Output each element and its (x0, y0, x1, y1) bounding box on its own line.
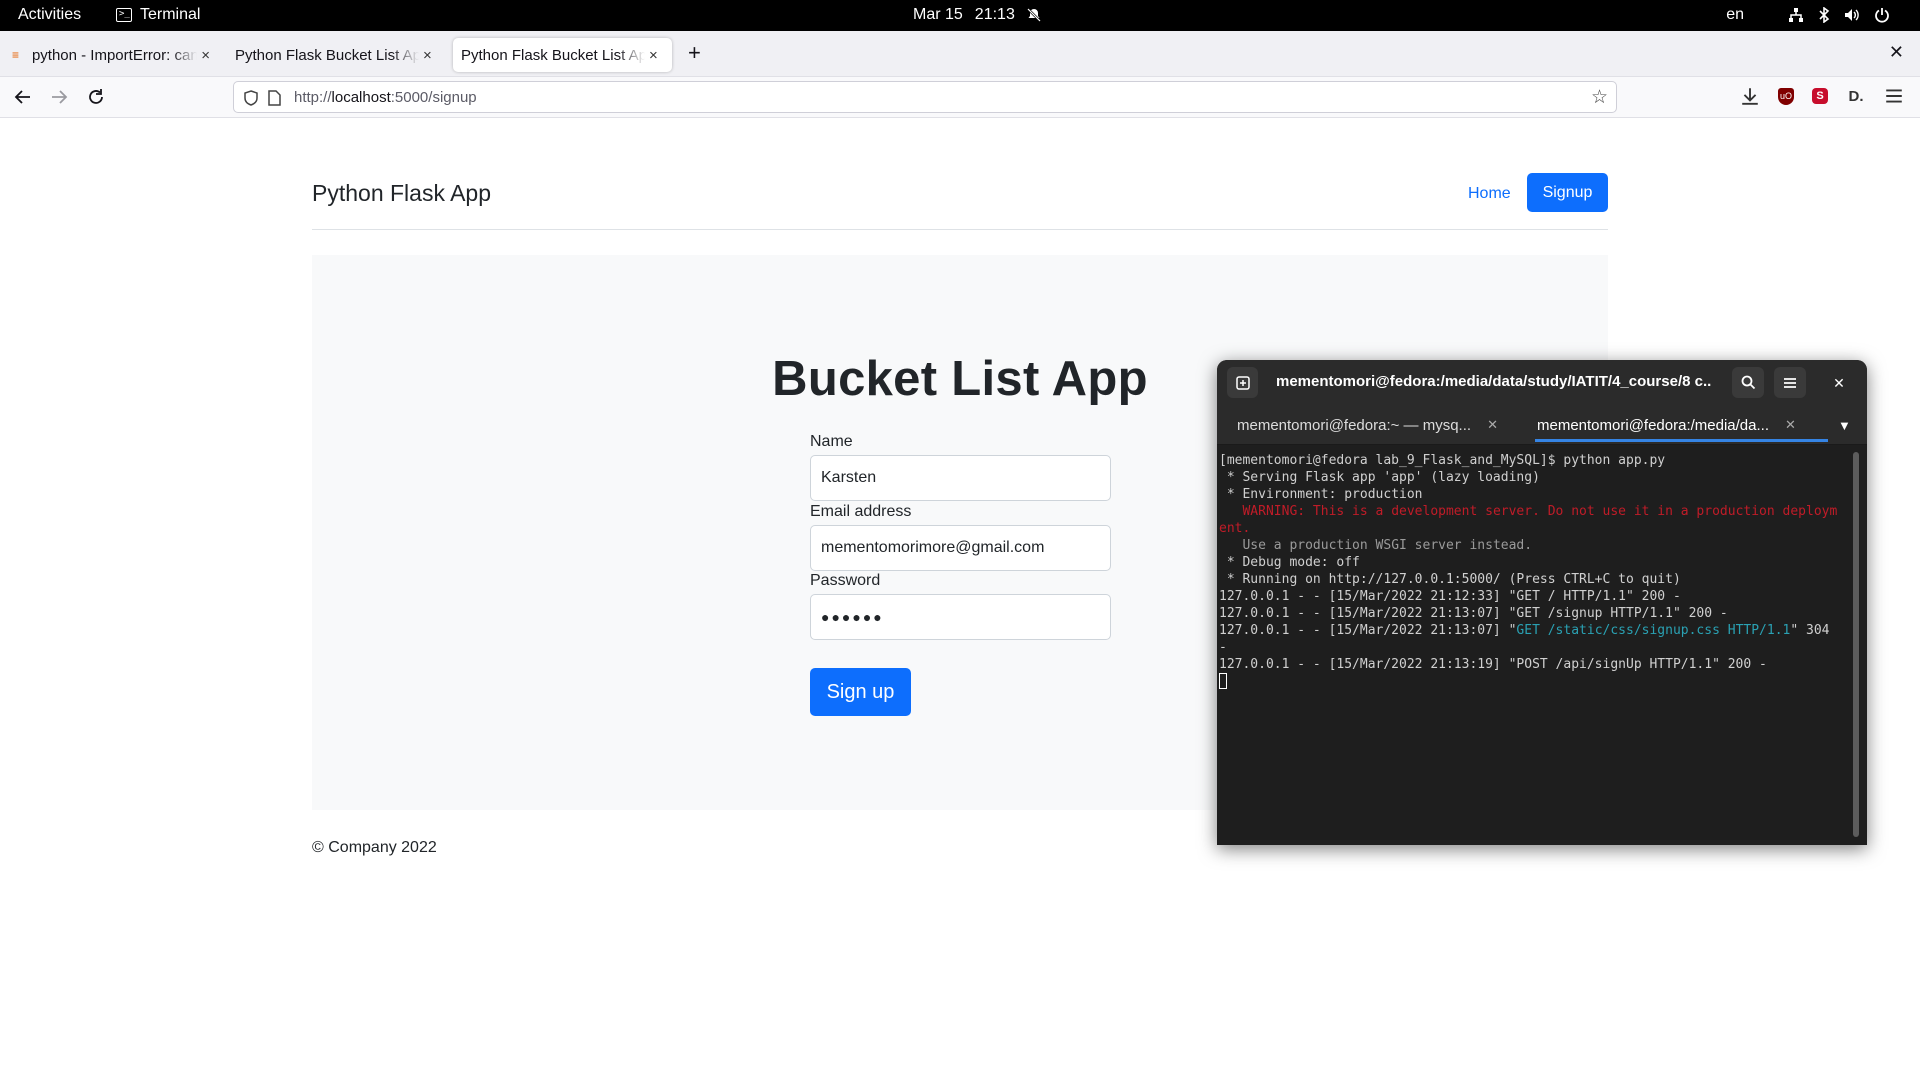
sign-up-button[interactable]: Sign up (810, 668, 911, 716)
browser-tab-flask-1[interactable]: Python Flask Bucket List App × (227, 38, 445, 72)
terminal-app-icon: >_ (116, 8, 132, 22)
ublock-origin-icon[interactable]: uO (1778, 87, 1794, 105)
power-icon (1875, 8, 1889, 23)
terminal-line: [mementomori@fedora lab_9_Flask_and_MySQ… (1219, 453, 1666, 468)
terminal-line: 127.0.0.1 - - [15/Mar/2022 21:13:19] "PO… (1219, 657, 1767, 672)
url-path: :5000/signup (390, 89, 477, 106)
header-divider (312, 229, 1608, 230)
language-indicator[interactable]: en (1726, 6, 1744, 24)
browser-tab-label: Python Flask Bucket List App (235, 46, 419, 64)
terminal-menu-button[interactable] (1774, 367, 1806, 398)
terminal-line: 127.0.0.1 - - [15/Mar/2022 21:13:07] "GE… (1219, 622, 1844, 656)
close-tab-icon[interactable]: ✕ (1487, 417, 1498, 433)
app-menu-label: Terminal (140, 6, 201, 23)
terminal-tab-label: mementomori@fedora:/media/da... (1537, 416, 1769, 434)
toolbar-icons: uO S D. (1740, 86, 1904, 106)
email-label: Email address (810, 503, 912, 520)
email-input[interactable]: mementomorimore@gmail.com (810, 525, 1111, 571)
forward-icon[interactable] (50, 88, 68, 106)
terminal-scrollbar[interactable] (1853, 452, 1859, 837)
hamburger-menu-icon (1784, 377, 1796, 388)
password-label: Password (810, 572, 881, 589)
terminal-headerbar[interactable]: mementomori@fedora:/media/data/study/IAT… (1217, 360, 1867, 405)
terminal-text: 127.0.0.1 - - [15/Mar/2022 21:13:07] " (1219, 623, 1517, 638)
footer-copyright: © Company 2022 (312, 839, 437, 856)
browser-tab-importerror[interactable]: ≡ python - ImportError: cannot import × (4, 38, 218, 72)
browser-tab-label: Python Flask Bucket List App (461, 46, 645, 64)
browser-tab-strip: ≡ python - ImportError: cannot import × … (0, 31, 1920, 77)
name-label: Name (810, 433, 853, 450)
terminal-line: * Debug mode: off (1219, 555, 1360, 570)
search-icon (1741, 375, 1755, 390)
terminal-line: * Serving Flask app 'app' (lazy loading) (1219, 470, 1540, 485)
browser-tab-flask-2[interactable]: Python Flask Bucket List App × (453, 38, 672, 72)
reload-icon[interactable] (87, 88, 105, 106)
terminal-line: 127.0.0.1 - - [15/Mar/2022 21:13:07] "GE… (1219, 606, 1728, 621)
terminal-title: mementomori@fedora:/media/data/study/IAT… (1276, 373, 1712, 390)
browser-tab-label: python - ImportError: cannot import (31, 46, 198, 64)
tracking-protection-shield-icon[interactable] (244, 90, 258, 106)
terminal-window[interactable]: mementomori@fedora:/media/data/study/IAT… (1217, 360, 1867, 845)
tab-overflow-icon[interactable]: ▼ (1838, 418, 1851, 433)
close-tab-icon[interactable]: × (423, 47, 432, 64)
terminal-new-tab-button[interactable] (1227, 367, 1258, 398)
system-tray[interactable]: en (1726, 6, 1890, 24)
terminal-tab-active[interactable]: mementomori@fedora:/media/da... ✕ (1535, 405, 1828, 445)
notifications-off-icon (1026, 8, 1041, 22)
close-tab-icon[interactable]: ✕ (1785, 417, 1796, 433)
terminal-line: * Running on http://127.0.0.1:5000/ (Pre… (1219, 572, 1681, 587)
close-tab-icon[interactable]: × (201, 47, 210, 64)
nav-signup-button[interactable]: Signup (1527, 173, 1608, 212)
name-input[interactable]: Karsten (810, 455, 1111, 501)
terminal-tab-mysql[interactable]: mementomori@fedora:~ — mysq... ✕ (1237, 405, 1511, 445)
clock[interactable]: Mar 15 21:13 (913, 6, 1041, 24)
clock-time: 21:13 (974, 6, 1015, 23)
site-brand[interactable]: Python Flask App (312, 180, 491, 207)
activities-button[interactable]: Activities (18, 6, 81, 24)
gnome-top-bar: Activities >_ Terminal Mar 15 21:13 en (0, 0, 1920, 31)
stackoverflow-favicon-icon: ≡ (12, 48, 20, 62)
terminal-output[interactable]: [mementomori@fedora lab_9_Flask_and_MySQ… (1219, 452, 1844, 691)
bluetooth-icon (1819, 7, 1830, 23)
url-text: http://localhost:5000/signup (294, 89, 477, 106)
bookmark-star-icon[interactable]: ☆ (1591, 86, 1608, 109)
terminal-tab-label: mementomori@fedora:~ — mysq... (1237, 416, 1472, 434)
app-menu[interactable]: >_ Terminal (116, 6, 200, 24)
terminal-cursor (1219, 673, 1227, 689)
clock-date: Mar 15 (913, 6, 963, 23)
url-bar[interactable]: http://localhost:5000/signup ☆ (233, 81, 1617, 113)
page-info-icon[interactable] (268, 90, 281, 106)
network-icon (1789, 8, 1803, 22)
password-input[interactable]: ●●●●●● (810, 594, 1111, 640)
terminal-line: * Environment: production (1219, 487, 1423, 502)
close-tab-icon[interactable]: × (649, 47, 658, 64)
new-tab-icon (1235, 375, 1250, 390)
browser-navbar: http://localhost:5000/signup ☆ uO S D. (0, 77, 1920, 118)
volume-icon (1845, 9, 1859, 21)
new-tab-icon[interactable]: + (688, 40, 701, 66)
terminal-search-button[interactable] (1732, 367, 1764, 398)
extension-s-icon[interactable]: S (1812, 88, 1828, 104)
extension-d-icon[interactable]: D. (1846, 86, 1866, 106)
url-host: localhost (331, 89, 391, 106)
back-icon[interactable] (14, 88, 32, 106)
terminal-request-text: GET /static/css/signup.css HTTP/1.1 (1516, 623, 1791, 638)
url-scheme: http:// (294, 89, 332, 106)
terminal-prompt-line (1219, 673, 1844, 691)
window-close-icon[interactable]: ✕ (1889, 42, 1904, 63)
terminal-line: Use a production WSGI server instead. (1219, 538, 1533, 553)
terminal-tab-bar: mementomori@fedora:~ — mysq... ✕ memento… (1217, 405, 1867, 445)
terminal-warning-line: WARNING: This is a development server. D… (1219, 504, 1838, 536)
downloads-icon[interactable] (1740, 86, 1760, 106)
close-icon: ✕ (1833, 374, 1845, 391)
terminal-line: 127.0.0.1 - - [15/Mar/2022 21:12:33] "GE… (1219, 589, 1681, 604)
hamburger-menu-icon[interactable] (1884, 86, 1904, 106)
terminal-close-button[interactable]: ✕ (1828, 372, 1850, 394)
nav-home-link[interactable]: Home (1468, 185, 1511, 203)
